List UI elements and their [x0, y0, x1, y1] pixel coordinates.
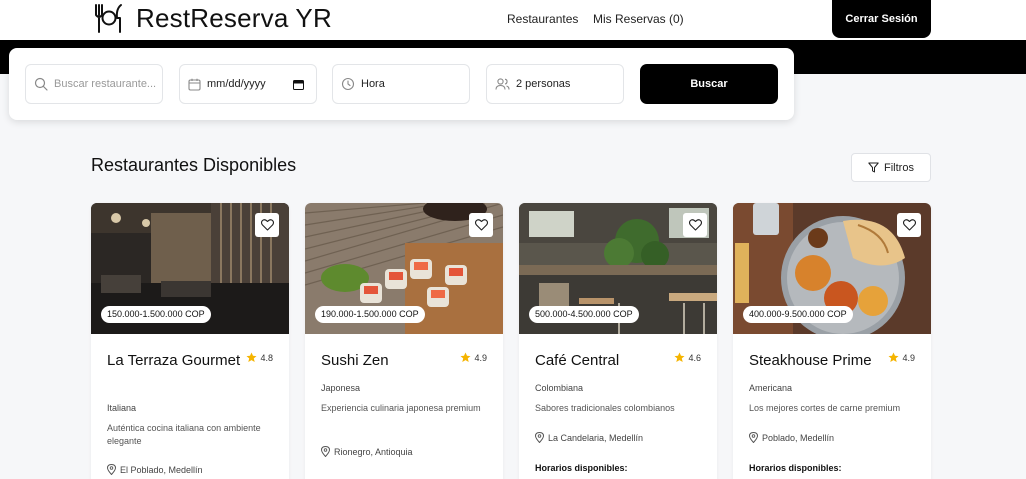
restaurant-name[interactable]: Steakhouse Prime	[749, 351, 899, 371]
price-badge: 150.000-1.500.000 COP	[101, 306, 211, 323]
party-size-value: 2 personas	[516, 78, 571, 90]
search-panel: Buscar restaurante... mm/dd/yyyy Hora 2 …	[9, 48, 794, 120]
favorite-button[interactable]	[469, 213, 493, 237]
filters-label: Filtros	[884, 161, 914, 174]
calendar-icon	[188, 78, 201, 91]
rating: 4.8	[246, 352, 273, 363]
available-hours-label: Horarios disponibles:	[749, 463, 842, 473]
favorite-button[interactable]	[683, 213, 707, 237]
rating-value: 4.9	[902, 352, 915, 363]
search-icon	[34, 77, 48, 91]
nav-mis-reservas[interactable]: Mis Reservas (0)	[593, 12, 684, 26]
heart-icon	[474, 219, 488, 231]
restaurant-location: La Candelaria, Medellín	[535, 432, 643, 443]
date-picker-icon[interactable]	[293, 79, 304, 90]
available-hours-label: Horarios disponibles:	[535, 463, 628, 473]
star-icon	[460, 352, 471, 362]
rating-value: 4.6	[688, 352, 701, 363]
restaurant-description: Experiencia culinaria japonesa premium	[321, 403, 481, 413]
restaurant-location: Poblado, Medellín	[749, 432, 834, 443]
location-pin-icon	[107, 464, 116, 475]
plate-cutlery-icon	[95, 4, 122, 33]
restaurant-card[interactable]: 500.000-4.500.000 COP Café Central 4.6 C…	[519, 203, 717, 479]
location-text: Rionegro, Antioquia	[334, 446, 413, 457]
restaurant-description: Sabores tradicionales colombianos	[535, 403, 675, 413]
restaurant-card[interactable]: 190.000-1.500.000 COP Sushi Zen 4.9 Japo…	[305, 203, 503, 479]
brand-logo[interactable]: RestReserva YR	[93, 1, 332, 35]
star-icon	[888, 352, 899, 362]
time-value: Hora	[361, 78, 385, 90]
search-input[interactable]: Buscar restaurante...	[25, 64, 163, 104]
party-size-select[interactable]: 2 personas	[486, 64, 624, 104]
rating-value: 4.8	[260, 352, 273, 363]
search-placeholder: Buscar restaurante...	[54, 78, 157, 90]
heart-icon	[260, 219, 274, 231]
restaurant-location: Rionegro, Antioquia	[321, 446, 413, 457]
restaurant-location: El Poblado, Medellín	[107, 464, 203, 475]
search-button[interactable]: Buscar	[640, 64, 778, 104]
restaurant-card[interactable]: 150.000-1.500.000 COP La Terraza Gourmet…	[91, 203, 289, 479]
date-placeholder: mm/dd/yyyy	[207, 78, 266, 90]
restaurant-name[interactable]: Sushi Zen	[321, 351, 461, 371]
restaurant-card[interactable]: 400.000-9.500.000 COP Steakhouse Prime 4…	[733, 203, 931, 479]
filter-icon	[868, 162, 879, 173]
cuisine-type: Colombiana	[535, 383, 584, 393]
brand-name: RestReserva YR	[136, 3, 332, 33]
nav-restaurantes[interactable]: Restaurantes	[507, 12, 578, 26]
cuisine-type: Americana	[749, 383, 793, 393]
heart-icon	[902, 219, 916, 231]
location-pin-icon	[535, 432, 544, 443]
rating: 4.6	[674, 352, 701, 363]
location-pin-icon	[321, 446, 330, 457]
rating: 4.9	[888, 352, 915, 363]
location-pin-icon	[749, 432, 758, 443]
location-text: El Poblado, Medellín	[120, 464, 203, 475]
filters-button[interactable]: Filtros	[851, 153, 931, 182]
price-badge: 400.000-9.500.000 COP	[743, 306, 853, 323]
heart-icon	[688, 219, 702, 231]
price-badge: 190.000-1.500.000 COP	[315, 306, 425, 323]
cuisine-type: Italiana	[107, 403, 137, 413]
favorite-button[interactable]	[255, 213, 279, 237]
restaurant-name[interactable]: Café Central	[535, 351, 675, 371]
location-text: La Candelaria, Medellín	[548, 432, 644, 443]
star-icon	[246, 352, 257, 362]
logout-button[interactable]: Cerrar Sesión	[832, 0, 931, 38]
restaurant-name[interactable]: La Terraza Gourmet	[107, 351, 247, 371]
restaurant-description: Auténtica cocina italiana con ambiente e…	[107, 423, 261, 446]
location-text: Poblado, Medellín	[762, 432, 835, 443]
price-badge: 500.000-4.500.000 COP	[529, 306, 639, 323]
clock-icon	[341, 77, 355, 91]
time-select[interactable]: Hora	[332, 64, 470, 104]
date-input[interactable]: mm/dd/yyyy	[179, 64, 317, 104]
rating-value: 4.9	[474, 352, 487, 363]
restaurant-description: Los mejores cortes de carne premium	[749, 403, 901, 413]
favorite-button[interactable]	[897, 213, 921, 237]
cuisine-type: Japonesa	[321, 383, 361, 393]
section-title: Restaurantes Disponibles	[91, 155, 297, 175]
users-icon	[495, 78, 510, 90]
top-navbar: RestReserva YR Restaurantes Mis Reservas…	[0, 0, 1026, 40]
rating: 4.9	[460, 352, 487, 363]
star-icon	[674, 352, 685, 362]
